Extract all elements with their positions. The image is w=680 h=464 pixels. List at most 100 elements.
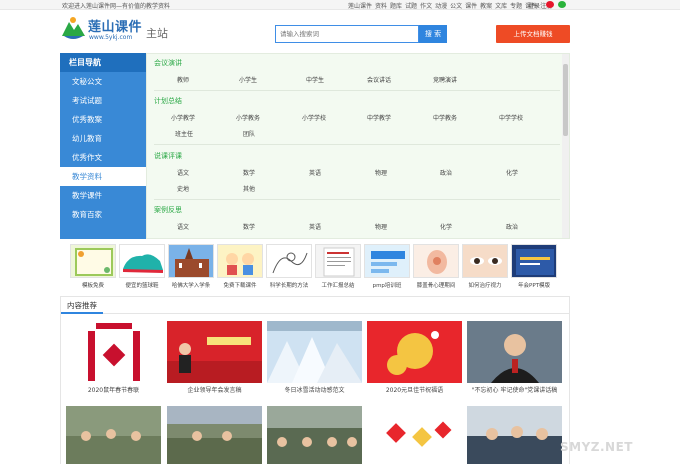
recommend-card[interactable]: 冬日冰雪活动动感范文 [267, 321, 362, 399]
top-link[interactable]: 专题 [510, 3, 522, 10]
harvard-building-image [168, 244, 214, 278]
card-caption: "不忘初心 牢记使命"党课讲话稿 [471, 387, 558, 394]
conference-image [267, 406, 362, 464]
search-button[interactable]: 搜 索 [419, 25, 447, 43]
classroom-image [66, 406, 161, 464]
wechat-icon[interactable] [558, 1, 566, 8]
recommend-card[interactable] [267, 406, 362, 464]
category-link[interactable]: 英语 [309, 222, 321, 231]
thumbnail-item[interactable]: 哈佛大学入学条 [168, 244, 214, 291]
search-input[interactable] [276, 26, 418, 42]
category-link[interactable]: 班主任 [175, 129, 193, 138]
recommend-title[interactable]: 内容推荐 [67, 300, 97, 311]
sidebar-item-preschool[interactable]: 幼儿教育 [60, 129, 146, 148]
category-link[interactable]: 物理 [375, 168, 387, 177]
top-link[interactable]: 资料 [375, 3, 387, 10]
recommend-card[interactable]: 2020元旦佳节祝福语 [367, 321, 462, 399]
category-link[interactable]: 其他 [243, 184, 255, 193]
login-link[interactable]: 登录 [528, 1, 540, 10]
category-link[interactable]: 语文 [177, 168, 189, 177]
category-link[interactable]: 竞聘演讲 [433, 75, 457, 84]
thumbnail-caption: 便宜的篮球鞋 [125, 283, 159, 289]
sidebar-item-exams[interactable]: 考试试题 [60, 91, 146, 110]
sidebar-item-essays[interactable]: 优秀作文 [60, 148, 146, 167]
thumbnail-caption: 膝盖骨心理期间 [416, 283, 456, 289]
sketch-drawing-image [266, 244, 312, 278]
sidebar-item-official-docs[interactable]: 文秘公文 [60, 72, 146, 91]
divider [154, 199, 560, 200]
category-link[interactable]: 化学 [506, 168, 518, 177]
thumbnail-item[interactable]: 模板免费 [70, 244, 116, 291]
category-link[interactable]: 教师 [177, 75, 189, 84]
thumbnail-item[interactable]: 如何治疗视力 [462, 244, 508, 291]
recommend-card[interactable] [467, 406, 562, 464]
active-tab-underline [61, 312, 103, 314]
category-title[interactable]: 会议演讲 [154, 58, 182, 68]
recommend-card[interactable]: 2020鼠年春节春联 [66, 321, 161, 399]
category-link[interactable]: 化学 [440, 222, 452, 231]
category-link[interactable]: 语文 [177, 222, 189, 231]
welcome-text: 欢迎进入莲山课件网—有价值的教学资料 [62, 3, 171, 10]
category-link[interactable]: 中学教务 [433, 113, 457, 122]
category-row: 语文 数学 英语 物理 化学 政治 [147, 222, 557, 234]
category-link[interactable]: 会议讲话 [367, 75, 391, 84]
top-link[interactable]: 文库 [495, 3, 507, 10]
thumbnail-item[interactable]: 年会PPT模版 [511, 244, 557, 291]
category-link[interactable]: 政治 [440, 168, 452, 177]
category-link[interactable]: 数学 [243, 222, 255, 231]
category-title[interactable]: 说课评课 [154, 151, 182, 161]
category-link[interactable]: 团队 [243, 129, 255, 138]
thumbnail-item[interactable]: 膝盖骨心理期间 [413, 244, 459, 291]
category-link[interactable]: 中学生 [306, 75, 324, 84]
pmp-chart-image [364, 244, 410, 278]
top-link[interactable]: 题库 [390, 3, 402, 10]
top-link[interactable]: 动漫 [435, 3, 447, 10]
category-link[interactable]: 小学生 [239, 75, 257, 84]
recommend-card[interactable] [367, 406, 462, 464]
recommend-card[interactable]: 企业领导年会发言稿 [167, 321, 262, 399]
sidebar-item-education-experts[interactable]: 教育百家 [60, 205, 146, 224]
weibo-icon[interactable] [546, 1, 554, 8]
category-link[interactable]: 小学学校 [302, 113, 326, 122]
thumbnail-item[interactable]: 便宜的篮球鞋 [119, 244, 165, 291]
thumbnail-caption: 年会PPT模版 [518, 283, 550, 289]
category-link[interactable]: 中学教学 [367, 113, 391, 122]
category-link[interactable]: 小学教务 [236, 113, 260, 122]
recommend-card[interactable] [66, 406, 161, 464]
thumbnail-item[interactable]: 科学长期的方法 [266, 244, 312, 291]
thumbnail-item[interactable]: pmp培训班 [364, 244, 410, 291]
top-link[interactable]: 公文 [450, 3, 462, 10]
category-title[interactable]: 案例反思 [154, 205, 182, 215]
category-link[interactable]: 小学教学 [171, 113, 195, 122]
thumbnail-caption: 工作汇报总结 [321, 283, 355, 289]
thumbnail-item[interactable]: 免费下载课件 [217, 244, 263, 291]
top-link[interactable]: 教案 [480, 3, 492, 10]
category-link[interactable]: 中学学校 [499, 113, 523, 122]
sidebar-item-lesson-plans[interactable]: 优秀教案 [60, 110, 146, 129]
category-link[interactable]: 英语 [309, 168, 321, 177]
category-link[interactable]: 数学 [243, 168, 255, 177]
category-link[interactable]: 物理 [375, 222, 387, 231]
top-link[interactable]: 作文 [420, 3, 432, 10]
upload-document-button[interactable]: 上传文档赚钱 [496, 25, 570, 43]
category-row: 小学教学 小学教务 小学学校 中学教学 中学教务 中学学校 [147, 113, 557, 125]
category-link[interactable]: 政治 [506, 222, 518, 231]
top-link[interactable]: 课件 [465, 3, 477, 10]
official-portrait-image [467, 321, 562, 383]
scrollbar-thumb[interactable] [563, 64, 568, 136]
sidebar-item-courseware[interactable]: 教学课件 [60, 186, 146, 205]
top-link[interactable]: 莲山课件 [348, 3, 372, 10]
site-logo[interactable]: 莲山课件 www.5ykj.com [60, 12, 142, 46]
recommend-card[interactable] [167, 406, 262, 464]
thumbnail-caption: 免费下载课件 [223, 283, 257, 289]
new-year-image [367, 321, 462, 383]
category-row: 史地 其他 [147, 184, 557, 196]
category-link[interactable]: 史地 [177, 184, 189, 193]
category-title[interactable]: 计划总结 [154, 96, 182, 106]
category-scrollbar[interactable] [562, 54, 569, 238]
recommend-card[interactable]: "不忘初心 牢记使命"党课讲话稿 [467, 321, 562, 399]
sidebar-item-teaching-materials[interactable]: 教学资料 [60, 167, 146, 186]
thumbnail-item[interactable]: 工作汇报总结 [315, 244, 361, 291]
category-row: 语文 数学 英语 物理 政治 化学 [147, 168, 557, 180]
top-link[interactable]: 试题 [405, 3, 417, 10]
